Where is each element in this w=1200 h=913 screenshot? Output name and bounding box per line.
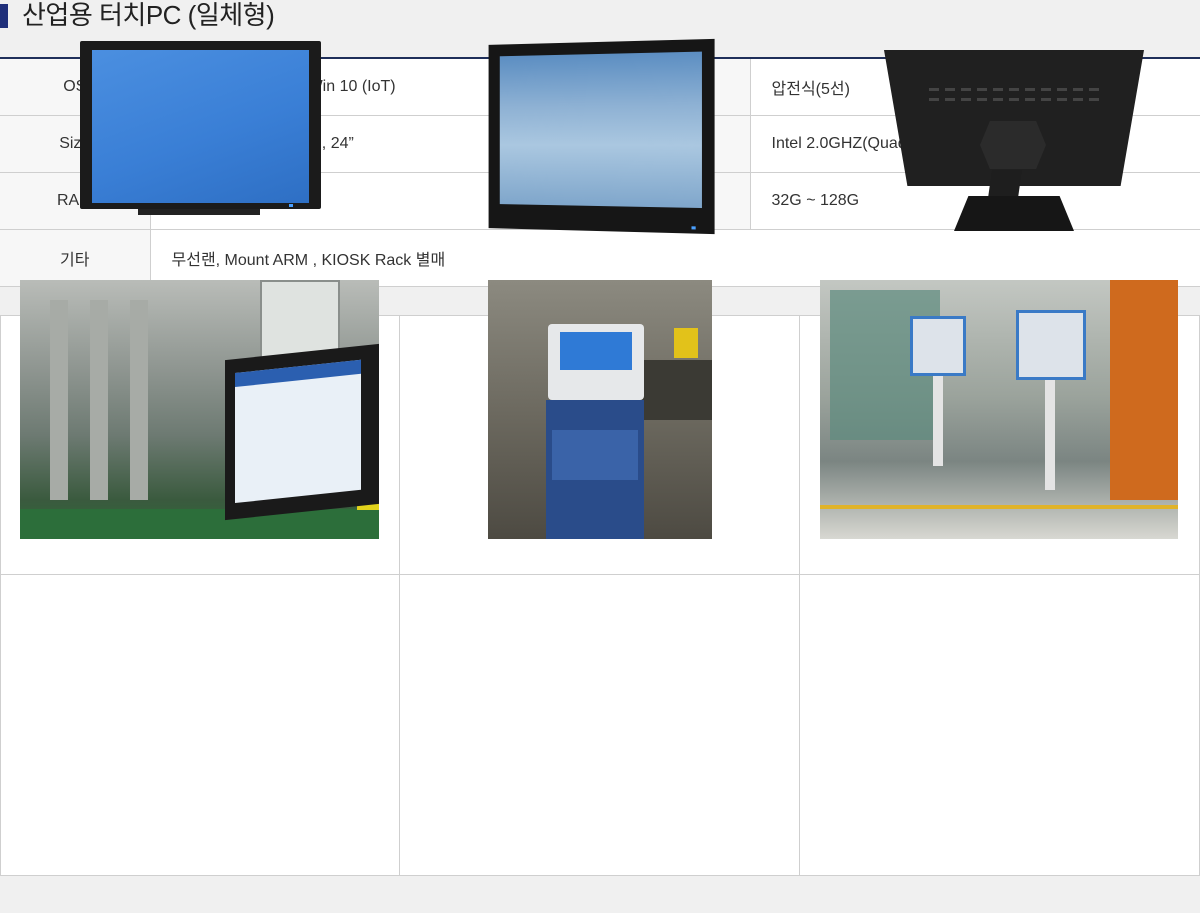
spec-value-etc: 무선랜, Mount ARM , KIOSK Rack 별매 bbox=[150, 229, 1200, 287]
page-title: 산업용 터치PC (일체형) bbox=[22, 0, 275, 30]
pillar bbox=[50, 300, 68, 500]
gallery-divider bbox=[1, 574, 1199, 575]
pillar bbox=[90, 300, 108, 500]
machinery bbox=[638, 360, 712, 420]
stand-base bbox=[954, 196, 1074, 231]
stand-neck bbox=[988, 170, 1022, 198]
stand-pole bbox=[933, 376, 943, 466]
install-photo-stands bbox=[820, 280, 1178, 539]
product-image-front bbox=[80, 41, 321, 215]
gallery-divider bbox=[399, 316, 400, 875]
yellow-equipment bbox=[674, 328, 698, 358]
spec-label-etc: 기타 bbox=[0, 229, 151, 287]
kiosk-screen bbox=[560, 332, 632, 370]
floor-line bbox=[820, 505, 1178, 509]
kiosk-panel bbox=[552, 430, 638, 480]
power-led-icon bbox=[691, 226, 696, 230]
install-photo-kiosk bbox=[488, 280, 712, 539]
install-photo-factory-line bbox=[20, 280, 379, 539]
monitor-screen bbox=[92, 50, 309, 203]
pillar bbox=[130, 300, 148, 500]
table-row: 기타 무선랜, Mount ARM , KIOSK Rack 별매 bbox=[0, 229, 1200, 287]
monitor-foot bbox=[138, 209, 260, 215]
title-accent-bar bbox=[0, 4, 8, 28]
vesa-mount bbox=[980, 121, 1046, 169]
orange-door bbox=[1110, 280, 1178, 500]
stand-kiosk bbox=[910, 316, 966, 376]
vent-slots bbox=[929, 88, 1099, 91]
power-led-icon bbox=[289, 204, 293, 207]
product-image-angle bbox=[488, 38, 715, 235]
vent-slots bbox=[929, 98, 1099, 101]
monitor-screen bbox=[499, 51, 702, 209]
factory-floor bbox=[20, 509, 379, 539]
wall-poster bbox=[260, 280, 340, 360]
gallery-divider bbox=[799, 316, 800, 875]
stand-kiosk bbox=[1016, 310, 1086, 380]
stand-pole bbox=[1045, 380, 1055, 490]
touch-panel bbox=[225, 343, 379, 521]
panel-ui bbox=[235, 359, 361, 504]
